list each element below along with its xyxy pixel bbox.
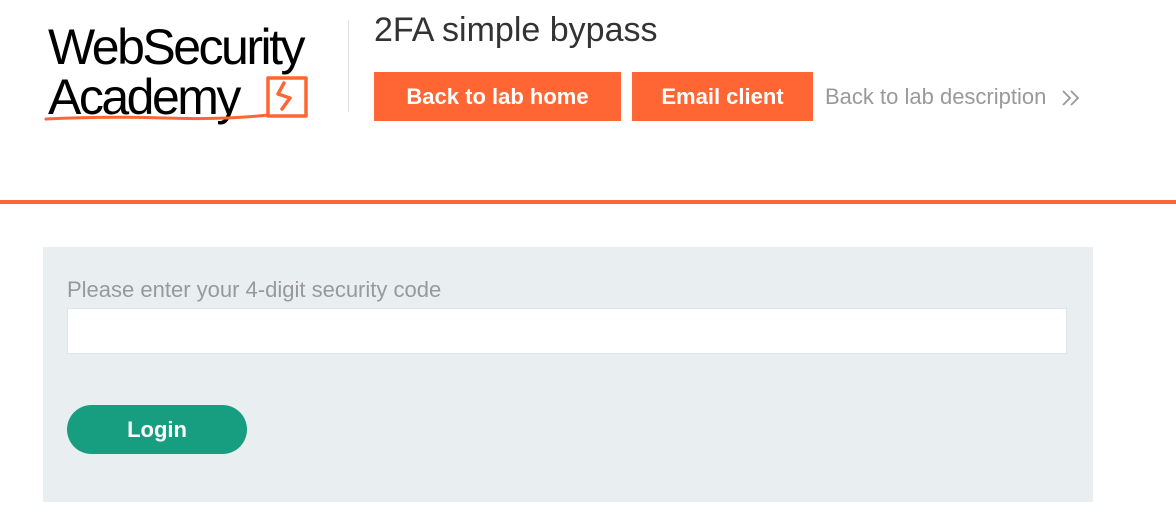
login-form-panel: Please enter your 4-digit security code … [43,247,1093,502]
double-chevron-right-icon [1062,90,1080,106]
security-code-input[interactable] [67,308,1067,354]
logo-underline [44,113,270,121]
logo-text-line-1: WebSecurity [48,19,306,75]
email-client-button[interactable]: Email client [632,72,813,121]
header-accent-line [0,200,1176,204]
security-code-label: Please enter your 4-digit security code [67,277,442,302]
login-button[interactable]: Login [67,405,247,454]
lab-title: 2FA simple bypass [374,11,658,49]
page-header: WebSecurity Academy 2FA simple bypass Ba… [0,0,1176,200]
header-divider [348,20,349,112]
back-to-lab-description-link[interactable]: Back to lab description [825,72,1082,121]
back-to-lab-description-label: Back to lab description [825,84,1047,109]
web-security-academy-logo[interactable]: WebSecurity Academy [44,16,348,126]
back-to-lab-home-button[interactable]: Back to lab home [374,72,621,121]
